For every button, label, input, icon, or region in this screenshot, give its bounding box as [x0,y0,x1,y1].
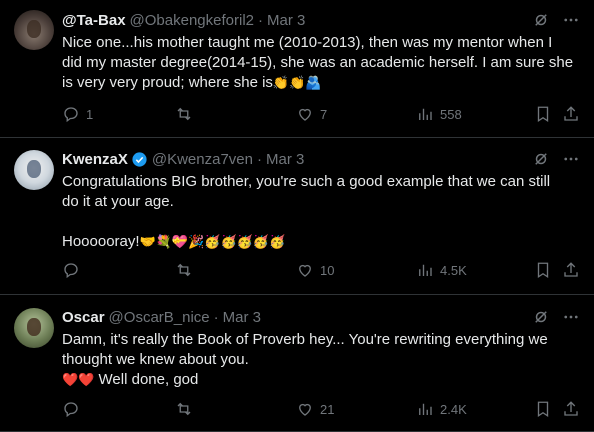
header-icons [532,149,580,169]
tweet[interactable]: KwenzaX @Kwenza7ven · Mar 3 Congratulati… [0,138,594,295]
bookmark-icon [534,400,552,418]
text-line: thought we knew about you. [62,351,249,368]
share-icon [562,105,580,123]
like-button[interactable]: 10 [296,260,334,280]
verified-badge-icon [131,151,148,168]
tweet[interactable]: @Ta-Bax @Obakengkeforil2 · Mar 3 Nice on… [0,0,594,138]
text-line: Hoooooray!🤝💐💝🎉🥳🥳🥳🥳🥳 [62,232,580,253]
heart-emojis: ❤️❤️ [62,373,95,388]
tweet-header: Oscar @OscarB_nice · Mar 3 [62,307,580,327]
user-handle[interactable]: @OscarB_nice [109,309,210,326]
text-line: Nice one...his mother taught me (2010-20… [62,34,553,51]
repost-button[interactable] [175,399,199,419]
like-count: 10 [320,262,335,278]
text-line: Damn, it's really the Book of Proverb he… [62,331,548,348]
tweet-header: @Ta-Bax @Obakengkeforil2 · Mar 3 [62,10,580,30]
text-line: Congratulations BIG brother, you're such… [62,173,551,190]
repost-icon [175,261,193,279]
more-icon[interactable] [562,11,580,29]
emoji-group: 👏👏🫂 [272,76,322,91]
share-icon [562,261,580,279]
action-bar: 1 7 558 [62,104,580,124]
view-count: 4.5K [440,262,467,278]
text-segment: Well done, god [98,371,199,388]
separator-dot: · [213,308,219,326]
views-icon [416,400,434,418]
like-icon [296,261,314,279]
avatar[interactable] [14,10,54,50]
action-bar: 21 2.4K [62,399,580,419]
like-button[interactable]: 21 [296,399,334,419]
separator-dot: · [256,150,262,168]
header-icons [532,10,580,30]
display-name[interactable]: @Ta-Bax [62,12,126,29]
views-icon [416,105,434,123]
separator-dot: · [258,11,263,29]
user-handle[interactable]: @Obakengkeforil2 [130,12,254,29]
bookmark-icon [534,261,552,279]
share-button[interactable] [562,260,580,280]
like-count: 7 [320,106,328,122]
text-line: do it at your age. [62,193,174,210]
display-name[interactable]: KwenzaX [62,151,128,168]
tweet-text: Congratulations BIG brother, you're such… [62,172,580,253]
tweet-text: Damn, it's really the Book of Proverb he… [62,330,580,391]
reply-button[interactable]: 1 [62,104,93,124]
bookmark-button[interactable] [534,399,552,419]
views-button[interactable]: 558 [416,104,462,124]
tweet-text: Nice one...his mother taught me (2010-20… [62,33,580,94]
text-line: did my master degree(2014-15), she was a… [62,54,574,71]
reply-button[interactable] [62,260,86,280]
grok-icon[interactable] [532,308,550,326]
views-button[interactable]: 4.5K [416,260,467,280]
like-count: 21 [320,401,335,417]
emoji-group: 🤝💐💝🎉🥳🥳🥳🥳🥳 [139,235,286,250]
views-button[interactable]: 2.4K [416,399,467,419]
user-handle[interactable]: @Kwenza7ven [152,151,253,168]
like-icon [296,400,314,418]
reply-icon [62,261,80,279]
more-icon[interactable] [562,308,580,326]
like-button[interactable]: 7 [296,104,327,124]
header-icons [532,307,580,327]
share-button[interactable] [562,104,580,124]
display-name[interactable]: Oscar [62,309,105,326]
reply-count: 1 [86,106,94,122]
share-button[interactable] [562,399,580,419]
tweet-header: KwenzaX @Kwenza7ven · Mar 3 [62,149,580,169]
avatar[interactable] [14,150,54,190]
repost-icon [175,400,193,418]
action-bar: 10 4.5K [62,260,580,280]
bookmark-icon [534,105,552,123]
more-icon[interactable] [562,150,580,168]
timestamp[interactable]: Mar 3 [223,309,261,326]
views-icon [416,261,434,279]
tweet-feed: @Ta-Bax @Obakengkeforil2 · Mar 3 Nice on… [0,0,594,432]
reply-icon [62,400,80,418]
repost-button[interactable] [175,260,199,280]
timestamp[interactable]: Mar 3 [267,12,305,29]
tweet[interactable]: Oscar @OscarB_nice · Mar 3 Damn, it's re… [0,295,594,432]
text-line: ❤️❤️ Well done, god [62,370,580,391]
share-icon [562,400,580,418]
view-count: 2.4K [440,401,467,417]
reply-button[interactable] [62,399,86,419]
view-count: 558 [440,106,462,122]
text-segment: is very very proud; where she is [62,74,273,91]
repost-icon [175,105,193,123]
text-line: is very very proud; where she is👏👏🫂 [62,73,580,94]
grok-icon[interactable] [532,150,550,168]
repost-button[interactable] [175,104,199,124]
bookmark-button[interactable] [534,104,552,124]
text-segment: Hoooooray! [62,233,140,250]
timestamp[interactable]: Mar 3 [266,151,304,168]
reply-icon [62,105,80,123]
bookmark-button[interactable] [534,260,552,280]
like-icon [296,105,314,123]
avatar[interactable] [14,308,54,348]
grok-icon[interactable] [532,11,550,29]
